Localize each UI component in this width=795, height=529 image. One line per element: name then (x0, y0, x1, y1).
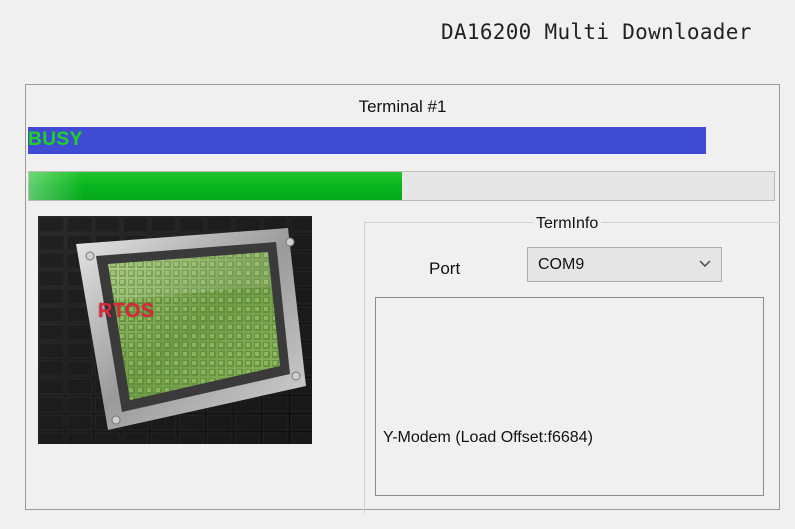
port-select-value: COM9 (538, 256, 585, 273)
terminal-title: Terminal #1 (358, 97, 447, 116)
chip-image: RTOS (38, 216, 312, 444)
progress-bar (28, 171, 775, 201)
chevron-down-icon (699, 260, 711, 267)
terminal-panel: Terminal #1 BUSY RTOS TermInfo Port COM9… (25, 84, 780, 513)
status-text: BUSY (28, 129, 83, 150)
port-select[interactable]: COM9 (527, 247, 722, 282)
chip-illustration (38, 216, 312, 444)
terminfo-group: TermInfo Port COM9 Y-Modem (Load Offset:… (364, 215, 780, 513)
rtos-label: RTOS (98, 300, 155, 322)
app-title: DA16200 Multi Downloader (441, 20, 752, 44)
port-label: Port (429, 259, 461, 278)
info-text: Y-Modem (Load Offset:f6684) (383, 429, 593, 446)
progress-fill (29, 172, 402, 200)
terminfo-title: TermInfo (533, 215, 602, 233)
status-bar: BUSY (28, 127, 706, 154)
info-textbox[interactable]: Y-Modem (Load Offset:f6684) (375, 297, 764, 496)
